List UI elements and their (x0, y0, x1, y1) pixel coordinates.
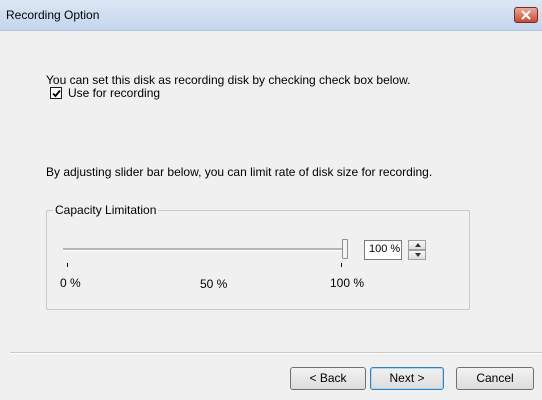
use-for-recording-checkbox[interactable] (50, 87, 62, 99)
tick-0 (67, 263, 68, 267)
intro-text: You can set this disk as recording disk … (46, 73, 411, 87)
capacity-slider-track[interactable] (63, 248, 345, 251)
title-bar: Recording Option (0, 0, 542, 31)
cancel-button[interactable]: Cancel (456, 367, 534, 390)
tick-100 (341, 263, 342, 267)
tick-label-0: 0 % (60, 276, 81, 290)
capacity-limitation-legend: Capacity Limitation (53, 203, 159, 217)
back-button[interactable]: < Back (290, 367, 366, 390)
spin-down-button[interactable] (408, 250, 426, 260)
slider-instructions: By adjusting slider bar below, you can l… (46, 165, 433, 179)
arrow-up-icon (415, 243, 421, 247)
close-button[interactable] (514, 7, 538, 23)
spin-up-button[interactable] (408, 240, 426, 250)
use-for-recording-label[interactable]: Use for recording (68, 86, 160, 100)
window-title: Recording Option (6, 8, 100, 22)
tick-label-100: 100 % (330, 276, 365, 290)
tick-label-50: 50 % (200, 277, 228, 291)
capacity-limitation-group (46, 210, 470, 310)
capacity-slider-thumb[interactable] (342, 239, 348, 259)
close-icon (521, 10, 531, 20)
next-button[interactable]: Next > (370, 367, 444, 390)
footer-separator (10, 352, 542, 354)
capacity-spin-input[interactable]: 100 % (364, 240, 402, 260)
check-icon (52, 89, 61, 98)
arrow-down-icon (415, 253, 421, 257)
